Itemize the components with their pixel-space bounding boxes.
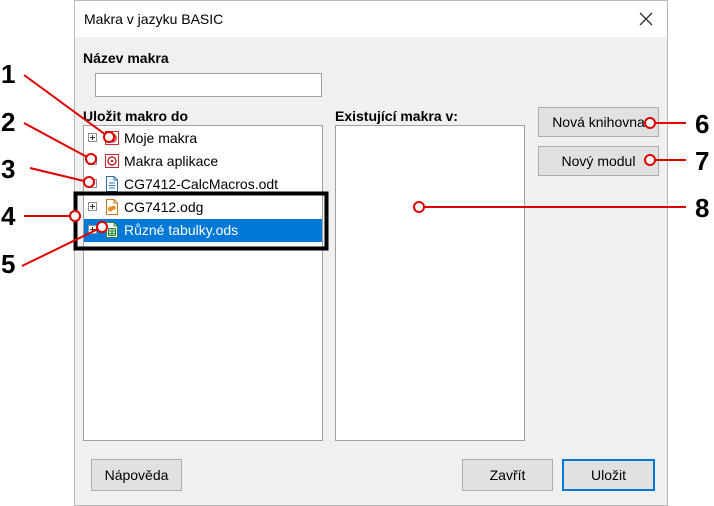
save-in-label: Uložit makro do: [83, 108, 189, 124]
close-icon: [639, 12, 653, 26]
tree-item-label: CG7412-CalcMacros.odt: [124, 176, 279, 192]
tree-item-calc-document[interactable]: Různé tabulky.ods: [84, 219, 322, 242]
tree-item-application-macros[interactable]: Makra aplikace: [84, 150, 322, 173]
calc-document-icon: [106, 222, 118, 238]
tree-item-writer-document[interactable]: CG7412-CalcMacros.odt: [84, 173, 322, 196]
callout-number-6: 6: [695, 109, 710, 139]
callout-number-7: 7: [695, 146, 710, 176]
tree-item-my-macros[interactable]: Moje makra: [84, 127, 322, 150]
close-window-button[interactable]: [631, 5, 661, 33]
tree-item-label: Moje makra: [124, 130, 198, 146]
tree-item-label: CG7412.odg: [124, 199, 204, 215]
window-title: Makra v jazyku BASIC: [84, 11, 224, 27]
writer-document-icon: [106, 176, 118, 192]
tree-item-label: Různé tabulky.ods: [124, 222, 239, 238]
macro-name-input[interactable]: [95, 73, 322, 97]
close-button[interactable]: Zavřít: [462, 459, 553, 491]
existing-macros-list[interactable]: [335, 125, 525, 441]
macro-library-icon: [105, 154, 119, 168]
expand-icon[interactable]: [88, 133, 97, 142]
expand-icon[interactable]: [88, 156, 97, 165]
basic-macros-dialog: Makra v jazyku BASIC Název makra Uložit …: [74, 0, 668, 506]
callout-number-3: 3: [1, 154, 16, 184]
expand-icon[interactable]: [88, 179, 97, 188]
callout-number-2: 2: [1, 107, 16, 137]
title-bar: Makra v jazyku BASIC: [75, 1, 667, 37]
tree-item-label: Makra aplikace: [124, 153, 219, 169]
tree-item-draw-document[interactable]: CG7412.odg: [84, 196, 322, 219]
callout-number-1: 1: [1, 59, 16, 89]
callout-number-8: 8: [695, 193, 710, 223]
existing-macros-label: Existující makra v:: [335, 108, 458, 124]
macro-name-label: Název makra: [83, 50, 169, 66]
help-button[interactable]: Nápověda: [91, 459, 182, 491]
expand-icon[interactable]: [88, 202, 97, 211]
callout-number-5: 5: [1, 249, 16, 279]
save-button[interactable]: Uložit: [562, 459, 655, 491]
expand-icon[interactable]: [88, 225, 97, 234]
macro-library-icon: [105, 131, 119, 145]
callout-number-4: 4: [1, 201, 16, 231]
library-tree[interactable]: Moje makra Makra aplikace CG7412-CalcMac…: [83, 125, 323, 441]
draw-document-icon: [106, 199, 118, 215]
new-module-button[interactable]: Nový modul: [538, 146, 659, 176]
new-library-button[interactable]: Nová knihovna: [538, 107, 659, 137]
